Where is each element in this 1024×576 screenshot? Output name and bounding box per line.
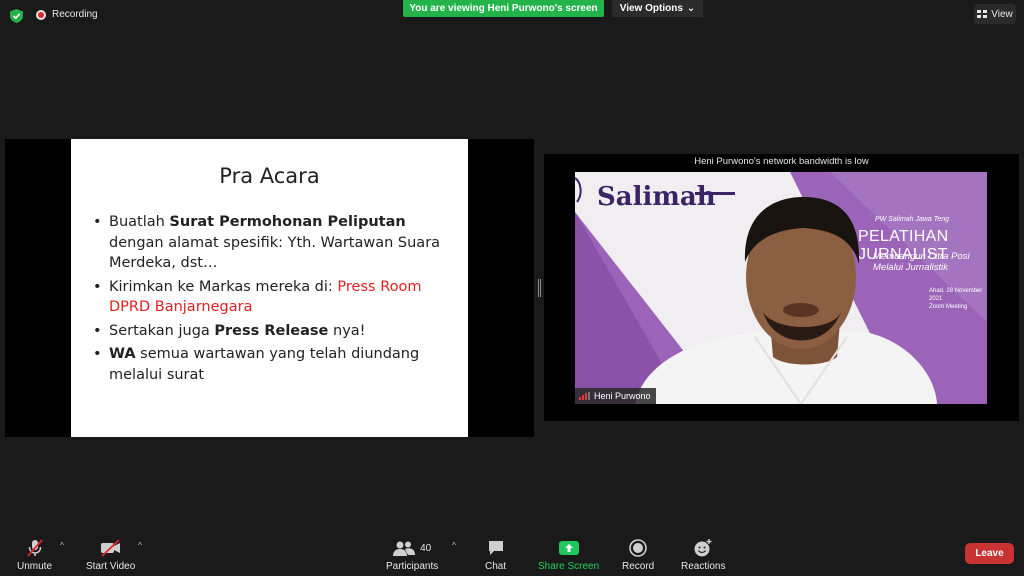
participants-button[interactable]: 40 Participants bbox=[386, 538, 438, 572]
chat-bubble-icon bbox=[488, 541, 503, 555]
share-screen-icon bbox=[558, 541, 579, 555]
participant-name-tag: Heni Purwono bbox=[575, 388, 656, 404]
start-video-label: Start Video bbox=[86, 561, 136, 572]
participant-count: 40 bbox=[420, 542, 432, 554]
share-screen-button[interactable]: Share Screen bbox=[538, 538, 599, 572]
share-screen-label: Share Screen bbox=[538, 561, 600, 572]
recording-indicator[interactable]: Recording bbox=[36, 9, 98, 20]
leave-button[interactable]: Leave bbox=[965, 543, 1014, 564]
bullet-text: nya! bbox=[328, 322, 366, 339]
video-camera-off-icon bbox=[100, 539, 120, 557]
slide-bullet: Kirimkan ke Markas mereka di: Press Room… bbox=[93, 277, 448, 318]
chat-button[interactable]: Chat bbox=[485, 538, 506, 572]
participants-label: Participants bbox=[386, 561, 439, 572]
unmute-label: Unmute bbox=[17, 561, 53, 572]
signal-strength-icon bbox=[579, 392, 590, 400]
shared-screen: Pra Acara Buatlah Surat Permohonan Pelip… bbox=[5, 139, 534, 437]
bullet-bold-text: Press Release bbox=[214, 322, 329, 339]
video-options-caret-icon[interactable]: ^ bbox=[135, 541, 145, 551]
speaker-figure bbox=[635, 197, 937, 404]
grid-view-icon bbox=[977, 10, 988, 18]
view-button[interactable]: View bbox=[974, 4, 1016, 24]
split-resize-handle[interactable] bbox=[538, 279, 541, 297]
participant-video[interactable]: Salimah PW Salimah Jawa Teng PELATIHAN J… bbox=[575, 172, 987, 404]
record-dot-icon bbox=[36, 9, 46, 20]
bullet-text: Kirimkan ke Markas mereka di: bbox=[109, 278, 338, 295]
participant-name: Heni Purwono bbox=[594, 391, 651, 401]
bullet-bold-text: WA bbox=[109, 346, 136, 362]
view-options-button[interactable]: View Options ⌄ bbox=[612, 0, 703, 17]
reactions-label: Reactions bbox=[681, 561, 726, 572]
bullet-text: dengan alamat spesifik: Yth. Wartawan Su… bbox=[109, 234, 441, 272]
bullet-text: Sertakan juga bbox=[109, 322, 215, 339]
bullet-text: Buatlah bbox=[109, 214, 170, 230]
microphone-muted-icon bbox=[26, 539, 43, 557]
record-button[interactable]: Record bbox=[622, 538, 654, 572]
slide-bullet: WA semua wartawan yang telah diundang me… bbox=[93, 344, 448, 385]
bullet-text: semua wartawan yang telah diundang melal… bbox=[109, 346, 420, 383]
participants-icon bbox=[393, 541, 416, 556]
start-video-button[interactable]: Start Video bbox=[86, 538, 135, 572]
slide-bullet: Buatlah Surat Permohonan Peliputan denga… bbox=[93, 212, 448, 274]
bandwidth-notice: Heni Purwono's network bandwidth is low bbox=[694, 156, 869, 167]
view-options-label: View Options bbox=[619, 3, 683, 14]
slide-bullet-list: Buatlah Surat Permohonan Peliputan denga… bbox=[93, 212, 448, 388]
record-icon bbox=[629, 539, 647, 557]
participants-options-caret-icon[interactable]: ^ bbox=[449, 541, 459, 551]
reactions-button[interactable]: Reactions bbox=[681, 538, 725, 572]
presentation-slide: Pra Acara Buatlah Surat Permohonan Pelip… bbox=[71, 139, 468, 437]
viewing-screen-banner: You are viewing Heni Purwono's screen bbox=[403, 0, 604, 17]
emoji-reactions-icon bbox=[694, 539, 712, 557]
slide-bullet: Sertakan juga Press Release nya! bbox=[93, 321, 448, 342]
recording-label: Recording bbox=[52, 9, 98, 20]
record-label: Record bbox=[622, 561, 655, 572]
bullet-bold-text: Surat Permohonan Peliputan bbox=[169, 214, 406, 230]
chevron-down-icon: ⌄ bbox=[686, 3, 696, 14]
unmute-button[interactable]: Unmute bbox=[17, 538, 52, 572]
slide-title: Pra Acara bbox=[219, 164, 320, 188]
chat-label: Chat bbox=[485, 561, 507, 572]
view-label: View bbox=[991, 8, 1013, 20]
audio-options-caret-icon[interactable]: ^ bbox=[57, 541, 67, 551]
speaker-video-panel: Heni Purwono's network bandwidth is low … bbox=[544, 154, 1019, 421]
security-shield-icon[interactable] bbox=[10, 9, 23, 23]
